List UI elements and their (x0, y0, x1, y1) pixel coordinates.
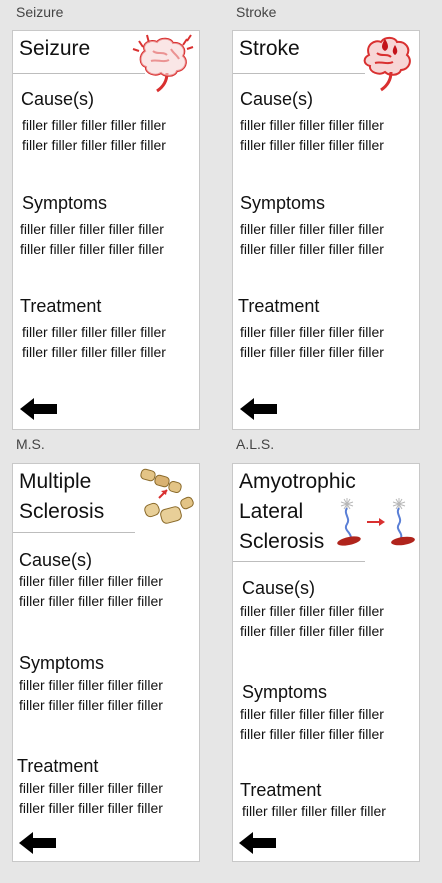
card-title-line: Lateral (239, 500, 304, 523)
brain-stroke-icon (361, 33, 417, 98)
treatment-text-line: filler filler filler filler filler (22, 344, 166, 360)
cause-text-line: filler filler filler filler filler (240, 603, 384, 619)
treatment-text-line: filler filler filler filler filler (240, 344, 384, 360)
slide-label-seizure: Seizure (16, 4, 64, 20)
treatment-text-line: filler filler filler filler filler (240, 324, 384, 340)
treatment-heading: Treatment (238, 296, 320, 316)
title-divider (233, 561, 365, 562)
nerve-fiber-icon (137, 464, 197, 533)
treatment-text-line: filler filler filler filler filler (242, 803, 386, 819)
treatment-text-line: filler filler filler filler filler (19, 800, 163, 816)
stroke-card[interactable]: Stroke Cause(s) filler filler filler fil… (232, 30, 420, 430)
back-arrow-icon[interactable] (20, 398, 58, 420)
title-divider (13, 73, 145, 74)
slide-label-als: A.L.S. (236, 436, 275, 452)
symptoms-text-line: filler filler filler filler filler (19, 697, 163, 713)
symptoms-text-line: filler filler filler filler filler (240, 241, 384, 257)
symptoms-text-line: filler filler filler filler filler (240, 221, 384, 237)
card-title-line: Sclerosis (239, 530, 325, 553)
card-title-line: Multiple (19, 470, 92, 493)
title-divider (233, 73, 365, 74)
card-title-line: Sclerosis (19, 500, 105, 523)
symptoms-heading: Symptoms (22, 193, 108, 213)
symptoms-text-line: filler filler filler filler filler (19, 677, 163, 693)
cause-heading: Cause(s) (242, 578, 316, 598)
cause-text-line: filler filler filler filler filler (19, 573, 163, 589)
cause-text-line: filler filler filler filler filler (22, 117, 166, 133)
cause-text-line: filler filler filler filler filler (19, 593, 163, 609)
symptoms-heading: Symptoms (242, 682, 328, 702)
seizure-card[interactable]: Seizure Cause(s) filler filler filler fi… (12, 30, 200, 430)
symptoms-heading: Symptoms (240, 193, 326, 213)
slide-label-ms: M.S. (16, 436, 45, 452)
card-title: Stroke (239, 37, 300, 60)
cause-heading: Cause(s) (19, 550, 93, 570)
symptoms-text-line: filler filler filler filler filler (20, 241, 164, 257)
symptoms-text-line: filler filler filler filler filler (240, 726, 384, 742)
card-title: Seizure (19, 37, 91, 60)
cause-heading: Cause(s) (21, 89, 95, 109)
treatment-heading: Treatment (20, 296, 102, 316)
brain-seizure-icon (127, 33, 197, 100)
cause-text-line: filler filler filler filler filler (22, 137, 166, 153)
back-arrow-icon[interactable] (239, 832, 277, 854)
treatment-text-line: filler filler filler filler filler (19, 780, 163, 796)
cause-heading: Cause(s) (240, 89, 314, 109)
symptoms-text-line: filler filler filler filler filler (240, 706, 384, 722)
ms-card[interactable]: Multiple Sclerosis Cause(s) filler fille… (12, 463, 200, 862)
symptoms-text-line: filler filler filler filler filler (20, 221, 164, 237)
slide-label-stroke: Stroke (236, 4, 277, 20)
motor-neuron-icon (329, 496, 419, 553)
treatment-text-line: filler filler filler filler filler (22, 324, 166, 340)
symptoms-heading: Symptoms (19, 653, 105, 673)
card-title-line: Amyotrophic (239, 470, 356, 493)
treatment-heading: Treatment (17, 756, 99, 776)
cause-text-line: filler filler filler filler filler (240, 117, 384, 133)
cause-text-line: filler filler filler filler filler (240, 137, 384, 153)
cause-text-line: filler filler filler filler filler (240, 623, 384, 639)
back-arrow-icon[interactable] (19, 832, 57, 854)
title-divider (13, 532, 135, 533)
als-card[interactable]: Amyotrophic Lateral Sclerosis Cause(s) f… (232, 463, 420, 862)
back-arrow-icon[interactable] (240, 398, 278, 420)
treatment-heading: Treatment (240, 780, 322, 800)
